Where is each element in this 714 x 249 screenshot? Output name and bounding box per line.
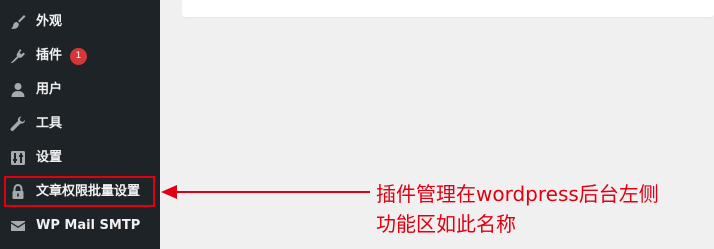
content-card [182, 0, 714, 18]
sidebar-item-users[interactable]: 用户 [0, 73, 160, 107]
wrench-icon [9, 115, 27, 133]
highlight-box [4, 176, 155, 207]
annotation-text: 插件管理在wordpress后台左侧 功能区如此名称 [376, 179, 706, 239]
sidebar-item-label: 工具 [36, 116, 63, 131]
sidebar-item-label: 设置 [36, 150, 63, 165]
user-icon [9, 81, 27, 99]
sidebar-item-appearance[interactable]: 外观 [0, 5, 160, 39]
annotation-line-1: 插件管理在wordpress后台左侧 [376, 182, 659, 206]
sidebar-item-plugins[interactable]: 插件 1 [0, 39, 160, 73]
plugin-icon [9, 47, 27, 65]
annotation-arrow [160, 180, 370, 204]
sidebar-item-label: WP Mail SMTP [36, 218, 141, 233]
sidebar-item-tools[interactable]: 工具 [0, 107, 160, 141]
update-count-badge: 1 [70, 48, 87, 65]
sidebar-item-settings[interactable]: 设置 [0, 141, 160, 175]
mail-icon [9, 217, 27, 235]
sidebar-item-wp-mail-smtp[interactable]: WP Mail SMTP [0, 209, 160, 243]
annotation-line-2: 功能区如此名称 [376, 212, 516, 236]
sidebar-item-label: 用户 [36, 82, 63, 97]
sidebar-item-label: 外观 [36, 14, 63, 29]
paintbrush-icon [9, 13, 27, 31]
settings-icon [9, 149, 27, 167]
admin-sidebar: 外观 插件 1 用户 工具 设置 文章权限批量设置 WP Mail SMTP [0, 0, 160, 249]
sidebar-item-label: 插件 [36, 48, 63, 63]
